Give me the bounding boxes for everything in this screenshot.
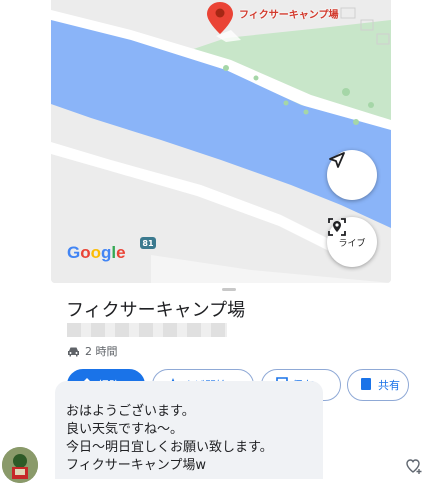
live-view-label: ライブ bbox=[338, 239, 366, 249]
message-line: 今日～明日宜しくお願い致します。 bbox=[66, 440, 273, 455]
drag-handle[interactable] bbox=[222, 288, 236, 291]
message-line: 良い天気ですね～。 bbox=[66, 422, 184, 437]
google-logo-letter: G bbox=[67, 243, 81, 262]
place-sheet[interactable]: フィクサーキャンプ場 2 時間 経路 ナビ開始 保存 共有 bbox=[51, 283, 409, 401]
car-icon bbox=[68, 347, 79, 356]
google-logo-letter: g bbox=[101, 243, 112, 262]
google-logo-letter: o bbox=[90, 243, 102, 262]
map-view[interactable]: フィクサーキャンプ場 ライブ Google 81 bbox=[51, 0, 391, 283]
map-pin-label[interactable]: フィクサーキャンプ場 bbox=[239, 9, 349, 23]
google-logo: Google bbox=[67, 243, 126, 263]
drive-time: 2 時間 bbox=[67, 343, 118, 359]
my-location-button[interactable] bbox=[327, 150, 377, 200]
navigation-arrow-icon bbox=[329, 152, 345, 168]
reaction-button[interactable] bbox=[405, 457, 423, 479]
share-label: 共有 bbox=[378, 379, 400, 392]
share-icon bbox=[361, 378, 371, 390]
live-view-button[interactable]: ライブ bbox=[327, 217, 377, 267]
route-badge: 81 bbox=[140, 237, 156, 249]
avatar[interactable] bbox=[2, 447, 38, 483]
google-logo-letter: o bbox=[80, 243, 91, 262]
message-line: フィクサーキャンプ場w bbox=[66, 458, 206, 473]
place-details-blurred bbox=[67, 323, 227, 337]
message-line: おはようございます。 bbox=[66, 404, 195, 419]
message-bubble: おはようございます。 良い天気ですね～。 今日～明日宜しくお願い致します。 フィ… bbox=[55, 381, 323, 479]
drive-time-text: 2 時間 bbox=[85, 345, 118, 358]
heart-plus-icon bbox=[406, 459, 422, 474]
place-title: フィクサーキャンプ場 bbox=[66, 300, 246, 321]
google-logo-letter: e bbox=[116, 243, 126, 262]
share-button[interactable]: 共有 bbox=[347, 369, 409, 401]
avatar-image bbox=[2, 447, 38, 483]
live-view-icon bbox=[328, 218, 346, 236]
